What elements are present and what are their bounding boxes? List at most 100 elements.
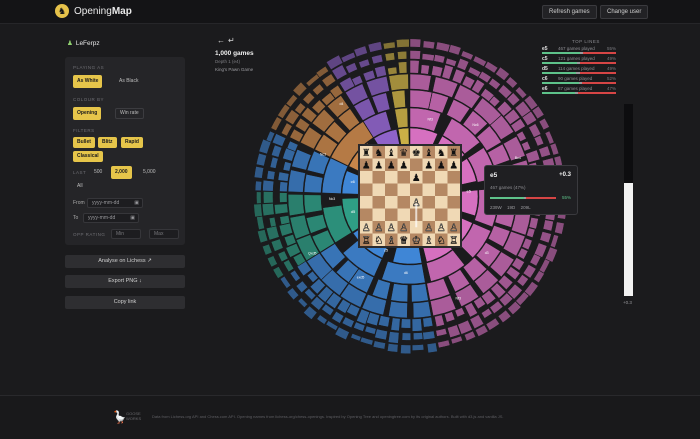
chess-piece: ♙ — [437, 223, 446, 234]
sunburst-segment — [292, 81, 308, 97]
sunburst-label: Bc4 — [515, 156, 521, 160]
tooltip-wins: 239W — [490, 205, 502, 210]
sunburst-segment — [266, 255, 278, 268]
min-rating-input[interactable]: Min — [111, 229, 141, 239]
chess-piece: ♛ — [399, 148, 408, 159]
sunburst-segment — [391, 89, 406, 109]
last-500-option[interactable]: 500 — [90, 167, 106, 178]
sunburst-segment — [538, 145, 551, 158]
as-black-toggle[interactable]: As Black — [115, 76, 142, 87]
chess-piece: ♙ — [374, 223, 383, 234]
colour-winrate-toggle[interactable]: Win rate — [115, 108, 144, 119]
colour-by-heading: COLOUR BY — [73, 97, 105, 102]
sunburst-segment — [378, 315, 391, 328]
sunburst-segment — [279, 192, 288, 203]
refresh-games-button[interactable]: Refresh games — [542, 5, 597, 19]
sunburst-segment — [422, 330, 436, 341]
sunburst-segment — [431, 65, 444, 78]
classical-filter[interactable]: Classical — [73, 151, 103, 162]
top-line-row[interactable]: c5 121 games played 49% — [542, 56, 616, 66]
last-5000-option[interactable]: 5,000 — [139, 167, 160, 178]
draw-fill — [575, 92, 579, 94]
sunburst-segment — [263, 191, 274, 204]
sunburst-label: Nc6 — [472, 123, 478, 127]
blitz-filter[interactable]: Blitz — [98, 137, 117, 148]
sunburst-segment — [325, 320, 339, 331]
sunburst-segment — [435, 328, 448, 337]
last-2000-option[interactable]: 2,000 — [111, 166, 132, 179]
top-line-row[interactable]: e5 467 games played 55% — [542, 46, 616, 56]
sunburst-segment — [422, 40, 436, 50]
sunburst-label: d3 — [485, 251, 489, 255]
board-square — [435, 196, 448, 209]
board-square — [422, 208, 435, 221]
sunburst-segment — [435, 41, 451, 53]
last-heading: LAST — [73, 170, 87, 175]
back-arrow-icon[interactable]: ← — [217, 36, 228, 45]
sunburst-segment — [270, 238, 284, 252]
sunburst-segment — [549, 142, 560, 156]
top-line-percent: 49% — [606, 66, 616, 71]
sunburst-segment — [444, 311, 456, 323]
chess-piece: ♟ — [399, 161, 408, 172]
max-rating-input[interactable]: Max — [149, 229, 179, 239]
sunburst-segment — [261, 203, 275, 217]
sunburst-segment — [409, 60, 420, 74]
sunburst-label: Qxd5 — [308, 252, 316, 256]
board-square — [447, 171, 460, 184]
sunburst-segment — [286, 287, 300, 301]
sunburst-segment — [422, 316, 434, 328]
sunburst-segment — [387, 66, 398, 76]
sunburst-segment — [262, 243, 273, 256]
copy-link-button[interactable]: Copy link — [65, 296, 185, 309]
board-square — [422, 183, 435, 196]
sunburst-move-label: c5 — [384, 247, 389, 252]
last-all-option[interactable]: All — [73, 181, 87, 192]
to-date-input[interactable]: yyyy-mm-dd ▣ — [83, 213, 139, 223]
top-line-games: 90 games played — [558, 76, 593, 81]
tooltip-win-fill — [490, 197, 524, 199]
export-png-button[interactable]: Export PNG ↓ — [65, 275, 185, 288]
as-white-toggle[interactable]: As White — [73, 75, 103, 88]
sunburst-segment — [460, 50, 474, 61]
win-fill — [542, 52, 580, 54]
colour-opening-toggle[interactable]: Opening — [73, 107, 102, 120]
board-square — [397, 183, 410, 196]
chess-piece: ♝ — [387, 148, 396, 159]
rapid-filter[interactable]: Rapid — [121, 137, 143, 148]
board-square — [447, 196, 460, 209]
sunburst-segment — [412, 301, 432, 319]
chess-piece: ♟ — [424, 161, 433, 172]
nav-arrows: ←↵ — [217, 36, 238, 45]
from-date-input[interactable]: yyyy-mm-dd ▣ — [87, 198, 143, 208]
top-line-row[interactable]: c6 90 games played 52% — [542, 76, 616, 86]
tooltip-eval: +0.3 — [559, 172, 571, 178]
sunburst-label: d6 — [404, 271, 408, 275]
sunburst-segment — [271, 133, 287, 147]
sunburst-segment — [359, 336, 374, 346]
knight-logo-icon: ♞ — [55, 4, 69, 18]
chess-piece: ♙ — [362, 223, 371, 234]
sunburst-label: d4 — [339, 102, 343, 106]
sunburst-segment — [321, 73, 337, 88]
sunburst-segment — [437, 339, 451, 349]
sunburst-segment — [374, 65, 387, 78]
chess-piece: ♟ — [437, 161, 446, 172]
bullet-filter[interactable]: Bullet — [73, 137, 95, 148]
sunburst-segment — [282, 161, 292, 172]
sunburst-segment — [485, 317, 500, 331]
top-line-row[interactable]: d5 114 games played 49% — [542, 66, 616, 76]
sunburst-segment — [390, 283, 409, 303]
sunburst-segment — [397, 127, 410, 148]
sunburst-segment — [372, 340, 386, 350]
analyse-lichess-button[interactable]: Analyse on Lichess ↗ — [65, 255, 185, 268]
top-line-bar — [542, 62, 616, 64]
change-user-button[interactable]: Change user — [600, 5, 649, 19]
top-line-row[interactable]: e6 87 games played 47% — [542, 86, 616, 96]
sunburst-segment — [269, 156, 279, 169]
sunburst-segment — [387, 331, 400, 344]
forward-arrow-icon[interactable]: ↵ — [228, 36, 238, 45]
sunburst-segment — [554, 221, 565, 235]
footer-credits: Data from Lichess.org API and Chess.com … — [152, 414, 504, 419]
top-line-percent: 55% — [606, 46, 616, 51]
